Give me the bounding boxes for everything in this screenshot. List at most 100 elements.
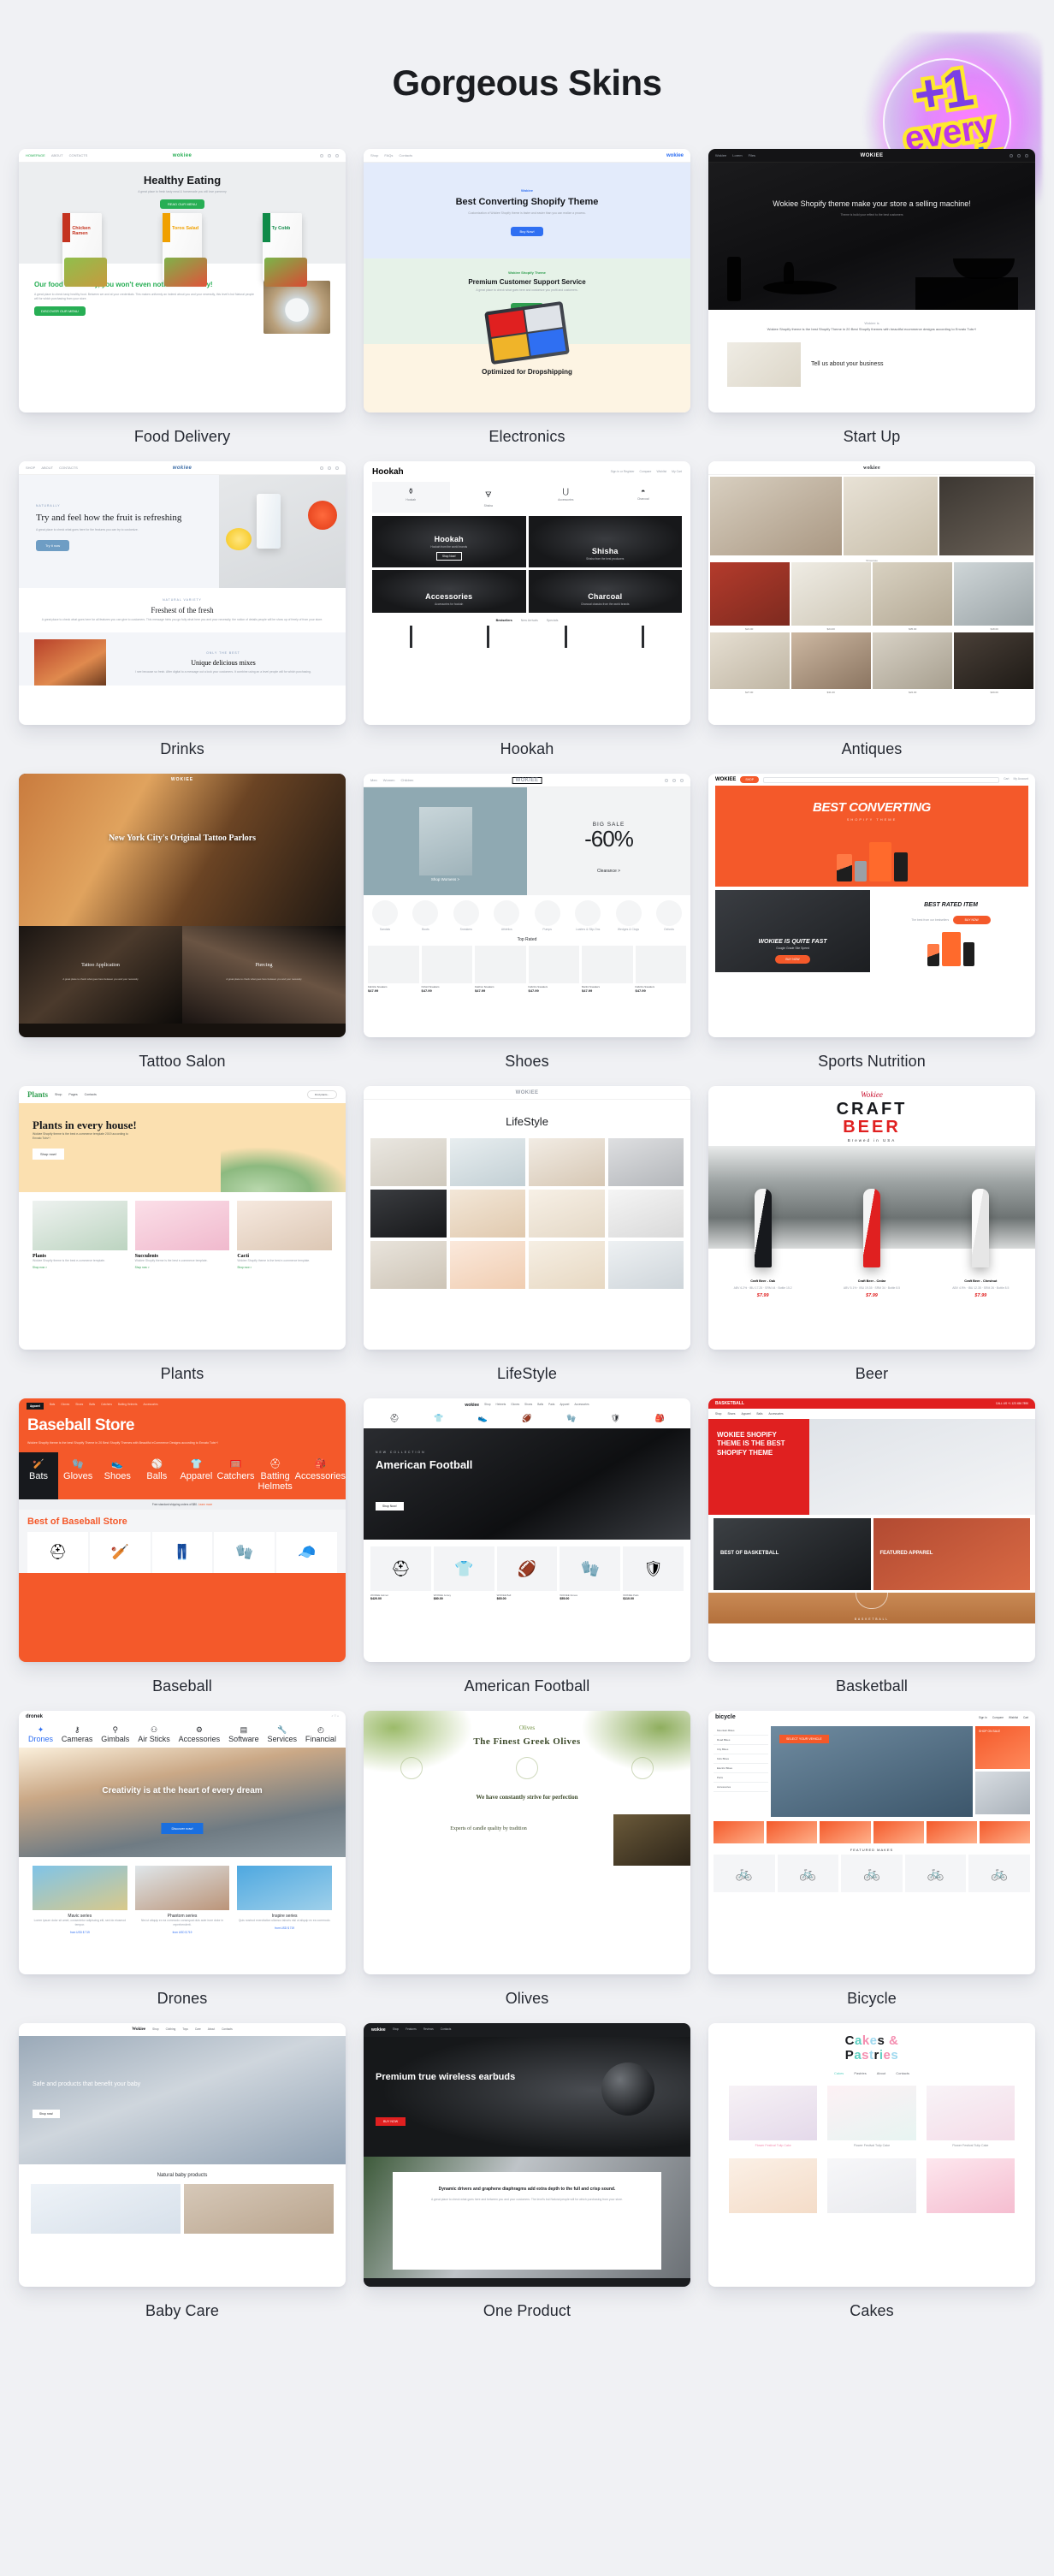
- skin-preview[interactable]: Wokiee Shop Clothing Toys Care About Con…: [19, 2023, 346, 2287]
- skin-preview[interactable]: Cakes & Pastries Cakes Pastries About Co…: [708, 2023, 1035, 2287]
- product-card[interactable]: Flower Festival Tulip Cake: [827, 2085, 916, 2148]
- category-gimbals[interactable]: ⚲ Gimbals: [101, 1725, 129, 1743]
- product-card[interactable]: Craft Beer - Oak ABV 6.2% · IBU 17.25 · …: [730, 1271, 796, 1298]
- category-item[interactable]: Loafers & Slip-Ons: [573, 900, 602, 932]
- card-link[interactable]: Shop now >: [135, 1266, 230, 1269]
- shirt-icon[interactable]: 👕: [434, 1414, 443, 1423]
- card-inspire[interactable]: Inspire series Quis nostrud exercitation…: [237, 1866, 332, 1934]
- product-card[interactable]: Fabrizio Sneakers $47.99: [635, 946, 686, 993]
- tile-accessories[interactable]: Accessories Accessories for hookah: [372, 570, 526, 613]
- category-item[interactable]: Pumps: [533, 900, 562, 932]
- category-apparel[interactable]: 👕 Apparel: [176, 1452, 216, 1499]
- pack-2[interactable]: Toros Salad: [162, 213, 207, 288]
- tile-best-of-basketball[interactable]: BEST OF BASKETBALL: [714, 1518, 871, 1590]
- skin-card-lifestyle[interactable]: WOKIEE LifeStyle LifeStyle: [364, 1086, 690, 1398]
- hero-cta-button[interactable]: READ OUR MENU: [159, 199, 204, 210]
- skin-card-sports-nutrition[interactable]: WOKIEE SHOP Cart My Account BEST CONVERT…: [708, 774, 1035, 1086]
- store-nav[interactable]: Apparel Bats Gloves Shoes Balls Catchers…: [19, 1398, 346, 1414]
- tile-charcoal[interactable]: Charcoal Charcoal classics from the worl…: [528, 570, 682, 613]
- hero-cta-button[interactable]: Discover now!: [161, 1823, 204, 1834]
- skin-card-baseball[interactable]: Apparel Bats Gloves Shoes Balls Catchers…: [19, 1398, 346, 1711]
- hero-cta-button[interactable]: Shop Now!: [376, 1502, 404, 1511]
- hero-cta-button[interactable]: BUY NOW: [376, 2117, 406, 2126]
- skin-card-basketball[interactable]: BASKETBALL CALL US +1 123 456 7890 Shop …: [708, 1398, 1035, 1711]
- tile-piercing[interactable]: Piercing A great place to check what goe…: [182, 926, 346, 1024]
- skin-preview[interactable]: Olives The Finest Greek Olives We have c…: [364, 1711, 690, 1974]
- skin-preview[interactable]: Hookah Sign in or Register Compare Wishl…: [364, 461, 690, 725]
- category-shoes[interactable]: 👟 Shoes: [98, 1452, 137, 1499]
- product-card[interactable]: 🚲: [714, 1855, 775, 1892]
- skin-card-tattoo-salon[interactable]: WOKIEE New York City's Original Tattoo P…: [19, 774, 346, 1086]
- category-shisha[interactable]: 🜃 Shisha: [450, 482, 528, 513]
- skin-card-olives[interactable]: Olives The Finest Greek Olives We have c…: [364, 1711, 690, 2023]
- store-nav[interactable]: Shop Shoes Apparel Balls Accessories: [708, 1409, 1035, 1419]
- nav-shop[interactable]: Shop: [55, 1093, 62, 1096]
- category-charcoal[interactable]: ◓ Charcoal: [605, 482, 683, 513]
- hero-sale[interactable]: BIG SALE -60% Clearance >: [527, 787, 690, 895]
- category-cameras[interactable]: ⚷ Cameras: [62, 1725, 93, 1743]
- tile-cta[interactable]: Shop Now!: [435, 552, 462, 561]
- product-card[interactable]: Fashion Sneakers $47.99: [475, 946, 526, 993]
- skin-card-start-up[interactable]: Wokiee Lorem Files WOKIEE Wokiee Shopify…: [708, 149, 1035, 461]
- shipping-link[interactable]: Learn more: [198, 1503, 212, 1506]
- category-tile[interactable]: [767, 1821, 818, 1843]
- search-input[interactable]: Find plants...: [306, 1090, 337, 1099]
- product-card[interactable]: ⛑: [27, 1532, 88, 1574]
- skin-preview[interactable]: Shop FAQs Contacts wokiee Wokiee Best Co…: [364, 149, 690, 413]
- card-plants[interactable]: Plants Wokiee Shopify theme is the best …: [33, 1201, 127, 1269]
- gallery-image[interactable]: [710, 632, 790, 689]
- hero-cta-button[interactable]: Buy Now!: [511, 227, 543, 237]
- category-balls[interactable]: ⚾ Balls: [137, 1452, 176, 1499]
- store-nav[interactable]: wokiee Shop Helmets Gloves Shoes Balls P…: [364, 1398, 690, 1412]
- category-item[interactable]: Sneakers: [452, 900, 481, 932]
- skin-card-antiques[interactable]: wokiee Showcase $21.00 $24.00 $35.00 $18…: [708, 461, 1035, 774]
- skin-preview[interactable]: dronek ⌕ ♡ ⌂ ✦ Drones ⚷ Cameras ⚲ Gimbals ⚇…: [19, 1711, 346, 1974]
- helmet-icon[interactable]: ⛑: [389, 1414, 399, 1423]
- gallery-image[interactable]: [710, 477, 842, 555]
- skin-preview[interactable]: Plants Shop Pages Contacts Find plants..…: [19, 1086, 346, 1350]
- gallery-image[interactable]: [449, 1190, 525, 1238]
- card-succulents[interactable]: Succulents Wokiee Shopify theme is the b…: [134, 1201, 230, 1269]
- category-software[interactable]: ▤ Software: [228, 1725, 259, 1743]
- product-card[interactable]: 🧢: [276, 1532, 337, 1574]
- product-card[interactable]: [729, 2158, 818, 2213]
- promo-banner[interactable]: SHOP ON SALE: [975, 1726, 1030, 1769]
- nav-pages[interactable]: Pages: [68, 1093, 77, 1096]
- gallery-image[interactable]: [529, 1138, 605, 1186]
- gallery-image[interactable]: [791, 632, 871, 689]
- category-catchers[interactable]: 🥅 Catchers: [216, 1452, 255, 1499]
- tile-athlete[interactable]: WOKIEE IS QUITE FAST Google Grade Site S…: [715, 890, 870, 972]
- gallery-image[interactable]: [529, 1190, 605, 1238]
- skin-card-plants[interactable]: Plants Shop Pages Contacts Find plants..…: [19, 1086, 346, 1398]
- gallery-image[interactable]: [370, 1190, 447, 1238]
- skin-card-hookah[interactable]: Hookah Sign in or Register Compare Wishl…: [364, 461, 690, 774]
- product-card[interactable]: 🏈 WOKIEE Ball $65.00: [496, 1546, 558, 1600]
- skin-preview[interactable]: SHOP ABOUT CONTACTS wokiee NATURALLY Try…: [19, 461, 346, 725]
- skin-preview[interactable]: wokiee Shop Helmets Gloves Shoes Balls P…: [364, 1398, 690, 1662]
- card-mavic[interactable]: Mavic series Lorem ipsum dolor sit amet,…: [33, 1866, 127, 1934]
- shop-pill-button[interactable]: SHOP: [740, 776, 759, 783]
- category-item[interactable]: Wedges & Clogs: [614, 900, 643, 932]
- product-card[interactable]: Craft Beer - Cedar ABV 5.1% · IBU 19.35 …: [838, 1271, 905, 1298]
- header-tools[interactable]: ⌕ ♡ ⌂: [332, 1714, 339, 1718]
- hero-left-cta[interactable]: Shop Womens >: [364, 877, 527, 881]
- gallery-image[interactable]: [791, 562, 871, 626]
- nav-contacts[interactable]: Contacts: [85, 1093, 97, 1096]
- category-icons[interactable]: 🏏 Bats 🧤 Gloves 👟 Shoes ⚾ Balls 👕 Apparel 🥅 Ca…: [19, 1451, 346, 1499]
- skin-card-electronics[interactable]: Shop FAQs Contacts wokiee Wokiee Best Co…: [364, 149, 690, 461]
- gallery-image[interactable]: [370, 1241, 447, 1289]
- product-card[interactable]: 🚲: [968, 1855, 1030, 1892]
- sale-cta[interactable]: Clearance >: [527, 869, 690, 874]
- store-nav[interactable]: Cakes Pastries About Contacts: [708, 2063, 1035, 2075]
- card-link[interactable]: Shop now >: [237, 1266, 332, 1269]
- category-tile[interactable]: [820, 1821, 871, 1843]
- category-tabs[interactable]: ⚱ Hookah 🜃 Shisha ⋃ Accessories ◓ Charcoal: [372, 482, 682, 513]
- card-link[interactable]: Shop now >: [33, 1266, 127, 1269]
- cart-link[interactable]: Cart: [1004, 777, 1009, 781]
- ball-icon[interactable]: 🏈: [522, 1414, 531, 1423]
- bottle-cedar[interactable]: [862, 1189, 880, 1267]
- bottle-chestnut[interactable]: [972, 1189, 990, 1267]
- category-gloves[interactable]: 🧤 Gloves: [58, 1452, 98, 1499]
- category-icons[interactable]: ✦ Drones ⚷ Cameras ⚲ Gimbals ⚇ Air Sticks ⚙ A…: [19, 1723, 346, 1748]
- category-row[interactable]: Sandals Boots Sneakers Athletics Pumps L…: [364, 895, 690, 934]
